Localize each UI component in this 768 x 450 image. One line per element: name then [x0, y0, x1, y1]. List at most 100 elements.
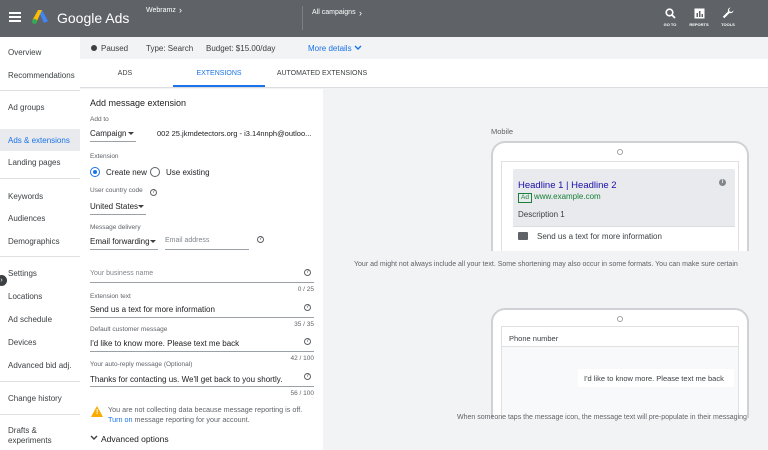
nav-item-drafts-experiments[interactable]: Drafts & experiments: [8, 426, 78, 446]
nav-item-devices[interactable]: Devices: [8, 338, 78, 348]
tab-ads[interactable]: ADS: [114, 70, 136, 77]
google-ads-logo-icon: [32, 10, 48, 24]
phone-camera: [617, 316, 623, 322]
create-new-radio[interactable]: [90, 167, 100, 177]
ad-preview-card: Headline 1 | Headline 2 i Ad www.example…: [513, 169, 735, 244]
extension-text-counter: 35 / 35: [294, 321, 314, 328]
nav-item-overview[interactable]: Overview: [8, 48, 78, 58]
ad-display-url: www.example.com: [534, 192, 601, 201]
nav-item-change-history[interactable]: Change history: [8, 394, 78, 404]
preview-caption: When someone taps the message icon, the …: [457, 414, 747, 421]
more-details-link[interactable]: More details: [308, 44, 352, 53]
nav-item-ads-extensions[interactable]: Ads & extensions: [8, 136, 78, 146]
campaign-name: 002 25.jkmdetectors.org - i3.14nnph@outl…: [157, 129, 312, 138]
add-to-label: Add to: [90, 116, 109, 123]
field-underline: [165, 249, 249, 250]
add-to-select[interactable]: Campaign: [90, 129, 126, 138]
auto-reply-input[interactable]: Thanks for contacting us. We'll get back…: [90, 375, 282, 384]
message-extension-form: Add message extension Add to Campaign 00…: [80, 89, 323, 450]
nav-item-keywords[interactable]: Keywords: [8, 192, 78, 202]
nav-item-audiences[interactable]: Audiences: [8, 214, 78, 224]
phone-number-label: Phone number: [509, 334, 559, 343]
help-icon[interactable]: ?: [150, 189, 157, 196]
paused-icon: [91, 45, 97, 51]
message-icon: [518, 232, 528, 240]
ad-headline[interactable]: Headline 1 | Headline 2: [518, 180, 617, 191]
field-underline: [90, 282, 314, 283]
campaign-breadcrumb[interactable]: All campaigns: [312, 9, 356, 16]
auto-reply-counter: 56 / 100: [290, 390, 315, 397]
warning-mark: !: [96, 409, 99, 416]
business-name-counter: 0 / 25: [297, 286, 314, 293]
extension-text-input[interactable]: Send us a text for more information: [90, 305, 215, 314]
nav-item-ad-groups[interactable]: Ad groups: [8, 103, 78, 113]
advanced-options-toggle[interactable]: Advanced options: [101, 434, 169, 444]
email-address-input[interactable]: Email address: [165, 237, 209, 244]
account-name[interactable]: Webramz: [146, 7, 176, 14]
nav-item-recommendations[interactable]: Recommendations: [8, 71, 78, 81]
tab-active-indicator: [173, 85, 265, 87]
nav-item-locations[interactable]: Locations: [8, 292, 78, 302]
reporting-warning: You are not collecting data because mess…: [108, 405, 303, 424]
chevron-right-icon: ›: [179, 5, 182, 15]
campaign-budget: Budget: $15.00/day: [206, 44, 276, 53]
nav-item-landing-pages[interactable]: Landing pages: [8, 158, 78, 168]
divider: [0, 90, 80, 91]
divider: [0, 381, 80, 382]
reports-button[interactable]: REPORTS: [687, 7, 711, 27]
message-bubble: I'd like to know more. Please text me ba…: [578, 369, 734, 387]
divider: [302, 6, 303, 30]
help-icon[interactable]: ?: [304, 373, 311, 380]
use-existing-label: Use existing: [166, 168, 210, 177]
chevron-down-icon: [354, 45, 362, 50]
collapse-nav-icon[interactable]: ›: [0, 275, 7, 286]
top-bar: Google Ads Webramz › All campaigns › GO …: [0, 0, 768, 37]
left-nav: Overview Recommendations Ad groups Ads &…: [0, 37, 80, 450]
mobile-label: Mobile: [491, 127, 514, 136]
campaign-status-bar: Paused Type: Search Budget: $15.00/day M…: [80, 37, 768, 59]
field-underline: [90, 249, 158, 250]
campaign-type: Type: Search: [146, 44, 194, 53]
message-extension-row[interactable]: Send us a text for more information: [513, 226, 735, 244]
info-icon[interactable]: i: [719, 179, 726, 186]
message-app-screen: Phone number I'd like to know more. Plea…: [501, 326, 739, 418]
menu-icon[interactable]: [9, 12, 21, 22]
chevron-down-icon: [90, 435, 98, 440]
help-icon[interactable]: ?: [257, 236, 264, 243]
field-underline: [90, 214, 146, 215]
help-icon[interactable]: ?: [304, 304, 311, 311]
nav-item-advanced-bid-adj[interactable]: Advanced bid adj.: [8, 361, 78, 371]
dropdown-caret-icon: [138, 205, 144, 208]
nav-item-demographics[interactable]: Demographics: [8, 237, 78, 247]
goto-button[interactable]: GO TO: [658, 7, 682, 27]
field-underline: [90, 317, 314, 318]
default-message-label: Default customer message: [90, 326, 168, 333]
nav-item-settings[interactable]: Settings: [8, 269, 78, 279]
delivery-select[interactable]: Email forwarding: [90, 237, 150, 246]
ad-preview-panel: Mobile Headline 1 | Headline 2 i Ad www.…: [324, 89, 768, 450]
field-underline: [90, 351, 314, 352]
help-icon[interactable]: ?: [304, 338, 311, 345]
create-new-label: Create new: [106, 168, 147, 177]
extension-text-label: Extension text: [90, 293, 131, 300]
divider: [0, 178, 80, 179]
tab-automated-extensions[interactable]: AUTOMATED EXTENSIONS: [272, 70, 372, 77]
default-message-input[interactable]: I'd like to know more. Please text me ba…: [90, 339, 239, 348]
tools-button[interactable]: TOOLS: [716, 7, 740, 27]
tab-extensions[interactable]: EXTENSIONS: [176, 70, 262, 77]
divider: [0, 256, 80, 257]
default-message-counter: 42 / 100: [290, 355, 315, 362]
country-select[interactable]: United States: [90, 202, 138, 211]
turn-on-link[interactable]: Turn on: [108, 415, 133, 424]
help-icon[interactable]: ?: [304, 269, 311, 276]
wrench-icon: [722, 7, 734, 19]
nav-item-ad-schedule[interactable]: Ad schedule: [8, 315, 78, 325]
field-underline: [90, 386, 314, 387]
use-existing-radio[interactable]: [150, 167, 160, 177]
brand-name: Google Ads: [57, 10, 130, 26]
delivery-label: Message delivery: [90, 224, 141, 231]
business-name-input[interactable]: Your business name: [90, 270, 153, 277]
preview-caption: Your ad might not always include all you…: [354, 261, 738, 268]
message-bubble-text: I'd like to know more. Please text me ba…: [584, 374, 724, 383]
search-icon: [664, 7, 676, 19]
